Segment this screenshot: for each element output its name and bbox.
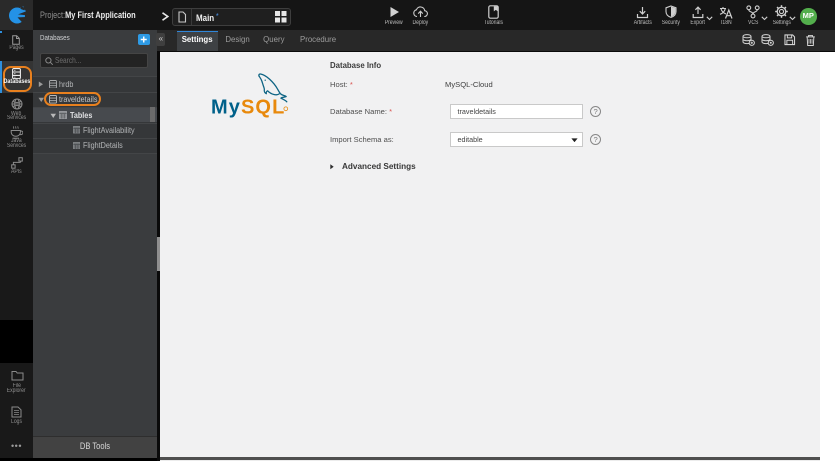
svg-text:MySQL: MySQL bbox=[211, 97, 285, 119]
